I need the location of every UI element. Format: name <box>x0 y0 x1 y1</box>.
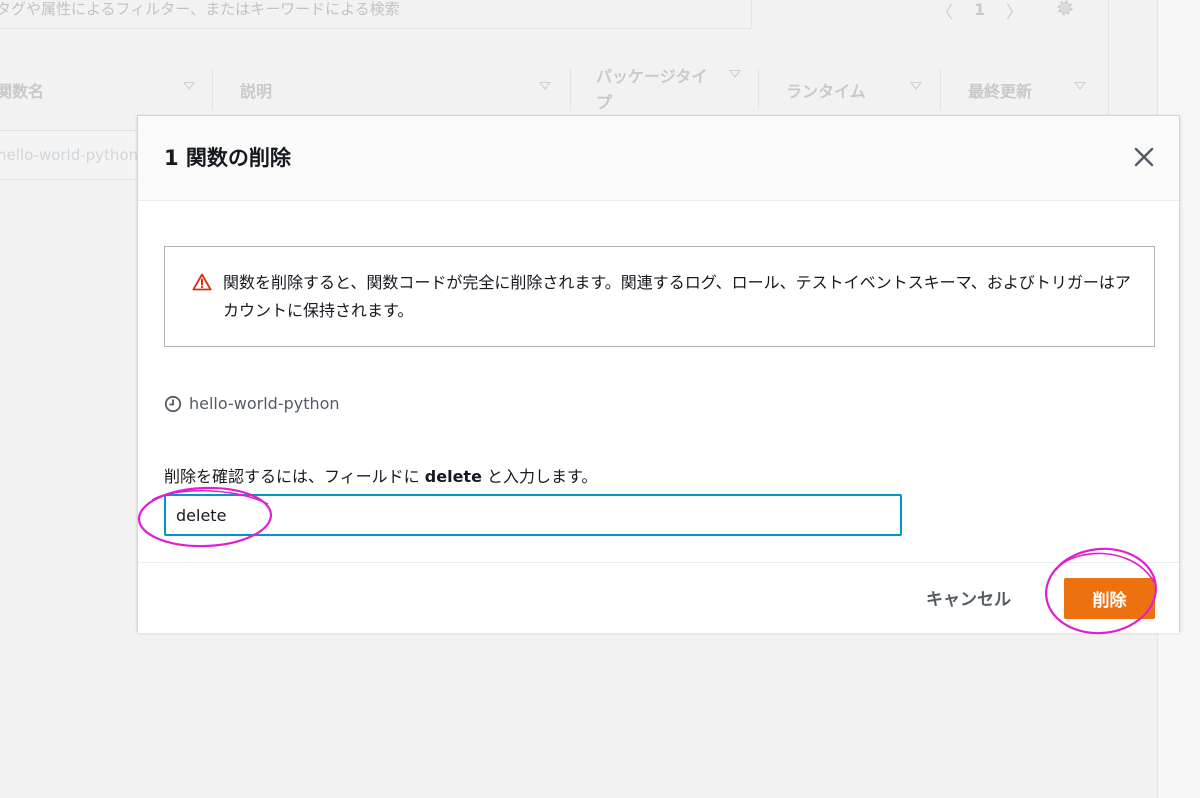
function-name-text: hello-world-python <box>0 146 139 164</box>
close-icon[interactable] <box>1131 144 1157 170</box>
column-header-description[interactable]: 説明 <box>240 78 272 102</box>
settings-gear-icon[interactable] <box>1054 0 1076 19</box>
warning-icon <box>192 273 212 291</box>
search-placeholder: タグや属性によるフィルター、またはキーワードによる検索 <box>0 0 400 18</box>
confirm-label-after: と入力します。 <box>481 467 598 486</box>
sort-icon[interactable] <box>539 82 551 90</box>
dialog-title: 1 関数の削除 <box>164 146 291 170</box>
warning-alert: 関数を削除すると、関数コードが完全に削除されます。関連するログ、ロール、テストイ… <box>164 246 1155 347</box>
confirm-keyword: delete <box>424 467 482 486</box>
clock-icon <box>164 395 182 413</box>
column-header-runtime[interactable]: ランタイム <box>786 78 866 102</box>
sort-icon[interactable] <box>1074 82 1086 90</box>
dialog-header: 1 関数の削除 <box>138 116 1179 201</box>
delete-function-dialog: 1 関数の削除 関数を削除すると、関数コードが完全に削除されます。関連するログ、… <box>137 115 1180 633</box>
column-divider <box>212 68 213 110</box>
confirm-label-before: 削除を確認するには、フィールドに <box>164 467 425 486</box>
sort-icon[interactable] <box>183 82 195 90</box>
filter-search-input[interactable]: タグや属性によるフィルター、またはキーワードによる検索 <box>0 0 752 29</box>
sort-icon[interactable] <box>910 82 922 90</box>
function-name-link[interactable]: hello-world-python <box>0 130 140 180</box>
next-page-icon[interactable]: 〉 <box>1006 0 1023 23</box>
delete-confirm-input[interactable] <box>164 494 902 536</box>
delete-button[interactable]: 削除 <box>1064 578 1155 619</box>
resource-name: hello-world-python <box>189 394 340 413</box>
column-header-last-modified[interactable]: 最終更新 <box>968 78 1032 102</box>
warning-message: 関数を削除すると、関数コードが完全に削除されます。関連するログ、ロール、テストイ… <box>223 273 1131 320</box>
prev-page-icon[interactable]: 〈 <box>936 0 953 23</box>
column-header-function-name[interactable]: 関数名 <box>0 78 44 102</box>
current-page[interactable]: 1 <box>974 0 985 19</box>
dialog-footer: キャンセル 削除 <box>138 562 1179 633</box>
column-header-package-type[interactable]: パッケージタイプ <box>596 64 708 116</box>
confirm-instruction: 削除を確認するには、フィールドに delete と入力します。 <box>164 463 597 487</box>
sort-icon[interactable] <box>729 70 741 78</box>
column-divider <box>940 68 941 110</box>
column-divider <box>570 68 571 110</box>
cancel-button[interactable]: キャンセル <box>926 585 1011 610</box>
column-divider <box>758 68 759 110</box>
